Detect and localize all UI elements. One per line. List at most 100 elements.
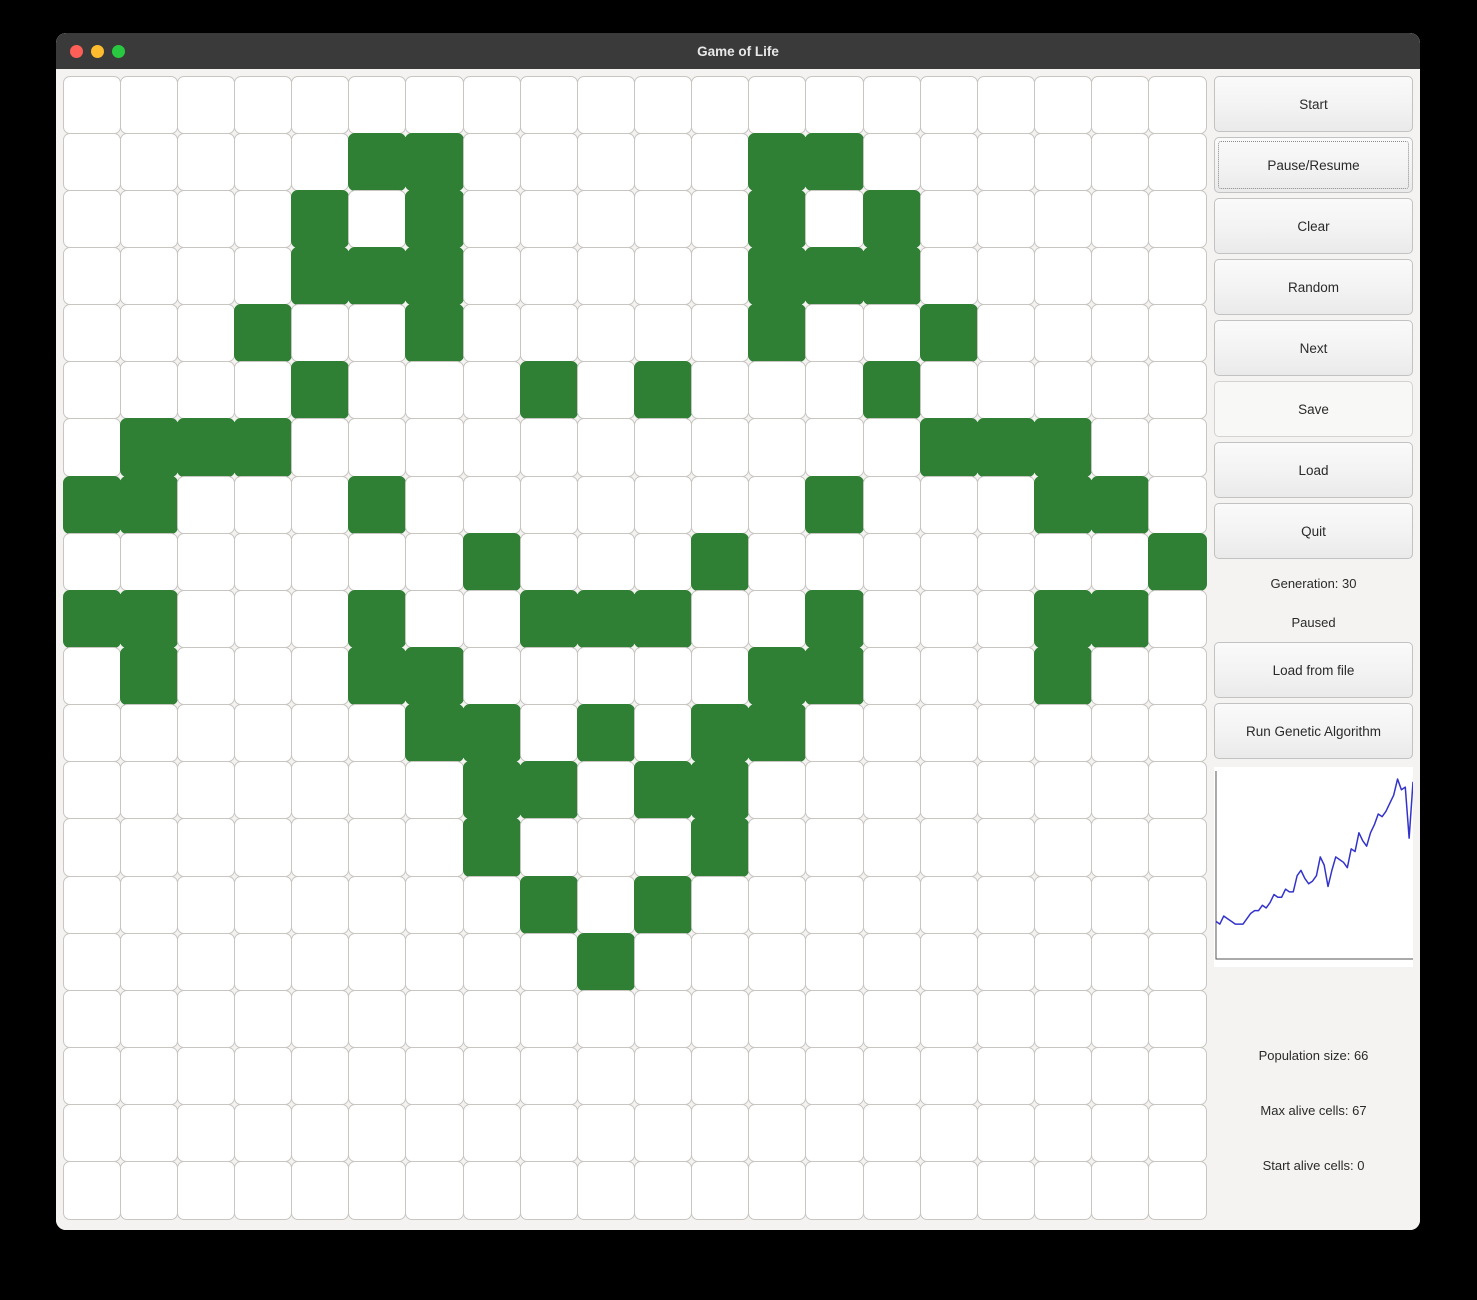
grid-cell[interactable]	[576, 1104, 635, 1163]
grid-cell[interactable]	[1091, 1104, 1150, 1163]
grid-cell[interactable]	[976, 818, 1036, 877]
grid-cell[interactable]	[1034, 246, 1093, 306]
grid-cell[interactable]	[691, 304, 750, 363]
grid-cell[interactable]	[233, 1047, 293, 1106]
grid-cell[interactable]	[119, 1104, 178, 1163]
grid-cell[interactable]	[176, 875, 235, 934]
grid-cell[interactable]	[1034, 304, 1093, 363]
grid-cell[interactable]	[576, 532, 635, 591]
grid-cell[interactable]	[1091, 475, 1150, 534]
grid-cell[interactable]	[291, 875, 350, 934]
grid-cell[interactable]	[348, 875, 407, 934]
grid-cell[interactable]	[862, 304, 921, 363]
grid-cell[interactable]	[748, 246, 807, 306]
grid-cell[interactable]	[576, 246, 635, 306]
grid-cell[interactable]	[691, 532, 750, 591]
grid-cell[interactable]	[748, 932, 807, 991]
grid-cell[interactable]	[462, 1161, 521, 1220]
grid-cell[interactable]	[62, 361, 121, 420]
grid-cell[interactable]	[176, 761, 235, 820]
grid-cell[interactable]	[62, 75, 121, 134]
grid-cell[interactable]	[176, 532, 235, 591]
grid-cell[interactable]	[805, 361, 864, 420]
grid-cell[interactable]	[348, 1161, 407, 1220]
grid-cell[interactable]	[862, 75, 921, 134]
grid-cell[interactable]	[805, 989, 864, 1049]
save-button[interactable]: Save	[1214, 381, 1413, 437]
grid-cell[interactable]	[291, 818, 350, 877]
grid-cell[interactable]	[462, 818, 521, 877]
grid-cell[interactable]	[748, 989, 807, 1049]
grid-cell[interactable]	[291, 475, 350, 534]
grid-cell[interactable]	[976, 589, 1036, 648]
grid-cell[interactable]	[291, 75, 350, 134]
grid-cell[interactable]	[919, 875, 978, 934]
grid-cell[interactable]	[176, 246, 235, 306]
grid-cell[interactable]	[1034, 875, 1093, 934]
grid-cell[interactable]	[1034, 1161, 1093, 1220]
run-genetic-algorithm-button[interactable]: Run Genetic Algorithm	[1214, 703, 1413, 759]
grid-cell[interactable]	[1034, 418, 1093, 477]
grid-cell[interactable]	[1148, 75, 1207, 134]
grid-cell[interactable]	[805, 704, 864, 763]
grid-cell[interactable]	[1034, 932, 1093, 991]
grid-cell[interactable]	[405, 989, 464, 1049]
grid-cell[interactable]	[691, 75, 750, 134]
grid-cell[interactable]	[1034, 704, 1093, 763]
grid-cell[interactable]	[1034, 189, 1093, 248]
grid-cell[interactable]	[62, 304, 121, 363]
grid-cell[interactable]	[519, 875, 578, 934]
grid-cell[interactable]	[348, 304, 407, 363]
grid-cell[interactable]	[634, 189, 693, 248]
grid-cell[interactable]	[634, 361, 693, 420]
grid-cell[interactable]	[1034, 532, 1093, 591]
grid-cell[interactable]	[519, 532, 578, 591]
grid-cell[interactable]	[119, 361, 178, 420]
grid-cell[interactable]	[634, 132, 693, 191]
grid-cell[interactable]	[348, 589, 407, 648]
grid-cell[interactable]	[119, 1161, 178, 1220]
grid-cell[interactable]	[862, 189, 921, 248]
grid-cell[interactable]	[919, 989, 978, 1049]
grid-cell[interactable]	[862, 647, 921, 706]
grid-cell[interactable]	[919, 761, 978, 820]
grid-cell[interactable]	[176, 361, 235, 420]
grid-cell[interactable]	[919, 246, 978, 306]
grid-cell[interactable]	[176, 589, 235, 648]
grid-cell[interactable]	[862, 132, 921, 191]
grid-cell[interactable]	[691, 932, 750, 991]
grid-cell[interactable]	[1148, 1104, 1207, 1163]
grid-cell[interactable]	[1091, 418, 1150, 477]
grid-cell[interactable]	[462, 1104, 521, 1163]
grid-cell[interactable]	[519, 932, 578, 991]
grid-cell[interactable]	[176, 1104, 235, 1163]
grid-cell[interactable]	[119, 647, 178, 706]
grid-cell[interactable]	[62, 418, 121, 477]
grid-cell[interactable]	[1148, 304, 1207, 363]
grid-cell[interactable]	[462, 189, 521, 248]
grid-cell[interactable]	[291, 532, 350, 591]
grid-cell[interactable]	[1091, 818, 1150, 877]
grid-cell[interactable]	[1148, 475, 1207, 534]
grid-cell[interactable]	[233, 818, 293, 877]
grid-cell[interactable]	[1148, 361, 1207, 420]
grid-cell[interactable]	[919, 818, 978, 877]
grid-cell[interactable]	[1148, 1161, 1207, 1220]
grid-cell[interactable]	[976, 246, 1036, 306]
grid-cell[interactable]	[1148, 589, 1207, 648]
grid-cell[interactable]	[976, 1161, 1036, 1220]
grid-cell[interactable]	[519, 304, 578, 363]
grid-cell[interactable]	[691, 475, 750, 534]
grid-cell[interactable]	[805, 75, 864, 134]
grid-cell[interactable]	[233, 475, 293, 534]
grid-cell[interactable]	[805, 532, 864, 591]
grid-cell[interactable]	[634, 761, 693, 820]
grid-cell[interactable]	[1091, 875, 1150, 934]
grid-cell[interactable]	[634, 818, 693, 877]
grid-cell[interactable]	[805, 1047, 864, 1106]
clear-button[interactable]: Clear	[1214, 198, 1413, 254]
load-button[interactable]: Load	[1214, 442, 1413, 498]
grid-cell[interactable]	[1034, 475, 1093, 534]
grid-cell[interactable]	[119, 418, 178, 477]
grid-cell[interactable]	[976, 704, 1036, 763]
